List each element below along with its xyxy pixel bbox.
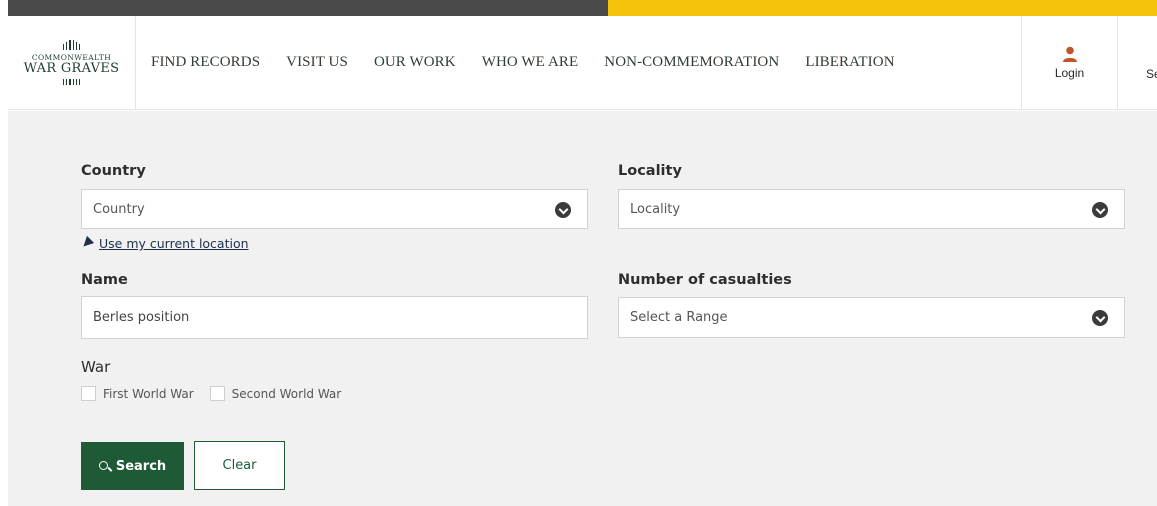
chevron-down-icon	[1092, 310, 1108, 326]
locality-placeholder: Locality	[630, 201, 681, 217]
user-icon	[1062, 46, 1077, 62]
nav-our-work[interactable]: OUR WORK	[374, 54, 456, 71]
casualties-select[interactable]: Select a Range	[618, 297, 1125, 338]
war-checkbox-group: First World War Second World War	[81, 386, 357, 401]
login-label: Login	[1054, 65, 1085, 80]
use-location-text: Use my current location	[99, 236, 249, 251]
nav-non-commemoration[interactable]: NON-COMMEMORATION	[604, 54, 779, 71]
search-button-label: Search	[115, 458, 167, 474]
header-search-label[interactable]: Se	[1146, 67, 1157, 81]
casualties-placeholder: Select a Range	[630, 310, 728, 325]
clear-button-label: Clear	[222, 458, 257, 473]
logo-line-2: WAR GRAVES	[23, 61, 120, 76]
locality-select[interactable]: Locality	[618, 189, 1125, 229]
stripe-dark-segment	[8, 0, 608, 16]
search-icon	[98, 460, 108, 470]
second-world-war-label: Second World War	[231, 386, 342, 401]
locality-label: Locality	[618, 163, 682, 179]
stripe-gold-segment	[608, 0, 1157, 16]
chevron-down-icon	[555, 202, 571, 218]
nav-find-records[interactable]: FIND RECORDS	[151, 54, 260, 71]
country-label: Country	[81, 163, 146, 179]
name-input[interactable]: Berles position	[81, 296, 588, 339]
search-form-panel: Country Country Locality Locality Use my…	[8, 111, 1157, 506]
logo-top-bars-icon	[62, 40, 81, 50]
search-button[interactable]: Search	[81, 442, 184, 490]
location-arrow-icon	[79, 235, 95, 251]
logo-bottom-bars-icon	[62, 79, 81, 85]
name-input-value: Berles position	[93, 310, 190, 325]
nav-who-we-are[interactable]: WHO WE ARE	[482, 54, 579, 71]
country-placeholder: Country	[93, 201, 145, 217]
chevron-down-icon	[1092, 202, 1108, 218]
war-label: War	[81, 358, 111, 376]
clear-button[interactable]: Clear	[194, 441, 285, 490]
country-select[interactable]: Country	[81, 189, 588, 229]
cwgc-logo[interactable]: COMMONWEALTH WAR GRAVES	[8, 16, 136, 109]
nav-liberation[interactable]: LIBERATION	[805, 54, 894, 71]
second-world-war-checkbox[interactable]	[209, 386, 225, 401]
nav-visit-us[interactable]: VISIT US	[286, 54, 348, 71]
top-color-stripe	[8, 0, 1157, 16]
site-header: COMMONWEALTH WAR GRAVES FIND RECORDS VIS…	[8, 16, 1157, 110]
casualties-label: Number of casualties	[618, 272, 792, 288]
login-button[interactable]: Login	[1021, 16, 1118, 109]
first-world-war-label: First World War	[103, 386, 194, 401]
use-location-link[interactable]: Use my current location	[79, 235, 249, 251]
first-world-war-checkbox[interactable]	[81, 386, 96, 401]
main-nav: FIND RECORDS VISIT US OUR WORK WHO WE AR…	[151, 16, 921, 109]
name-label: Name	[81, 272, 128, 288]
